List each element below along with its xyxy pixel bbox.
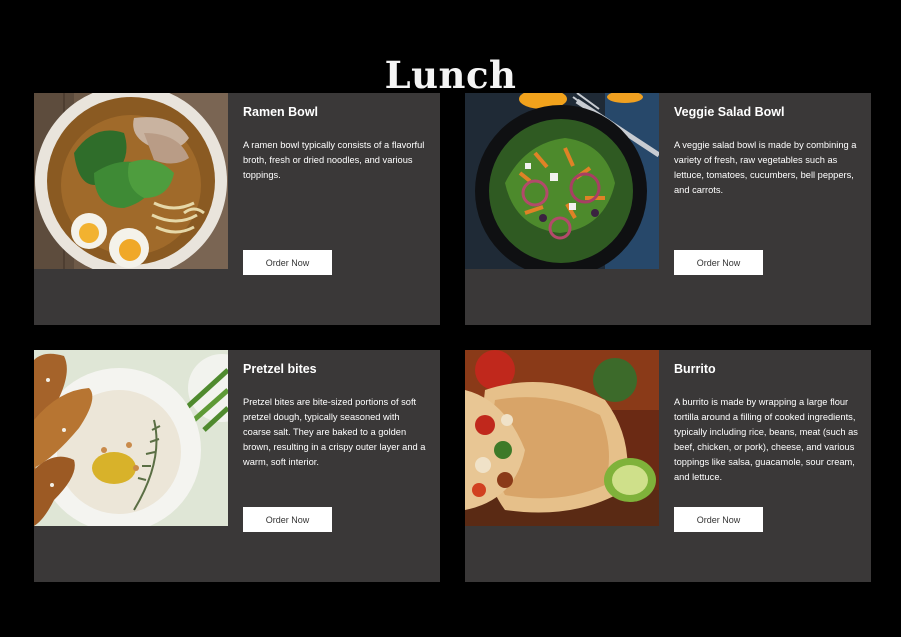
page-title: Lunch	[384, 52, 517, 97]
menu-card-ramen-bowl: Ramen Bowl A ramen bowl typically consis…	[34, 93, 440, 325]
menu-item-description: A veggie salad bowl is made by combining…	[674, 140, 857, 195]
order-now-button[interactable]: Order Now	[243, 250, 332, 275]
ramen-bowl-photo	[34, 93, 228, 269]
veggie-salad-photo	[465, 93, 659, 269]
menu-item-description: A ramen bowl typically consists of a fla…	[243, 140, 425, 180]
order-now-button[interactable]: Order Now	[674, 507, 763, 532]
menu-card-burrito: Burrito A burrito is made by wrapping a …	[465, 350, 871, 582]
menu-item-description: A burrito is made by wrapping a large fl…	[674, 397, 858, 482]
order-now-button[interactable]: Order Now	[243, 507, 332, 532]
menu-card-pretzel-bites: Pretzel bites Pretzel bites are bite-siz…	[34, 350, 440, 582]
menu-item-title: Veggie Salad Bowl	[674, 105, 785, 119]
order-now-button[interactable]: Order Now	[674, 250, 763, 275]
menu-card-veggie-salad-bowl: Veggie Salad Bowl A veggie salad bowl is…	[465, 93, 871, 325]
menu-item-title: Pretzel bites	[243, 362, 317, 376]
menu-item-title: Burrito	[674, 362, 716, 376]
burrito-photo	[465, 350, 659, 526]
pretzel-bites-photo	[34, 350, 228, 526]
menu-item-title: Ramen Bowl	[243, 105, 319, 119]
menu-item-description: Pretzel bites are bite-sized portions of…	[243, 397, 426, 467]
